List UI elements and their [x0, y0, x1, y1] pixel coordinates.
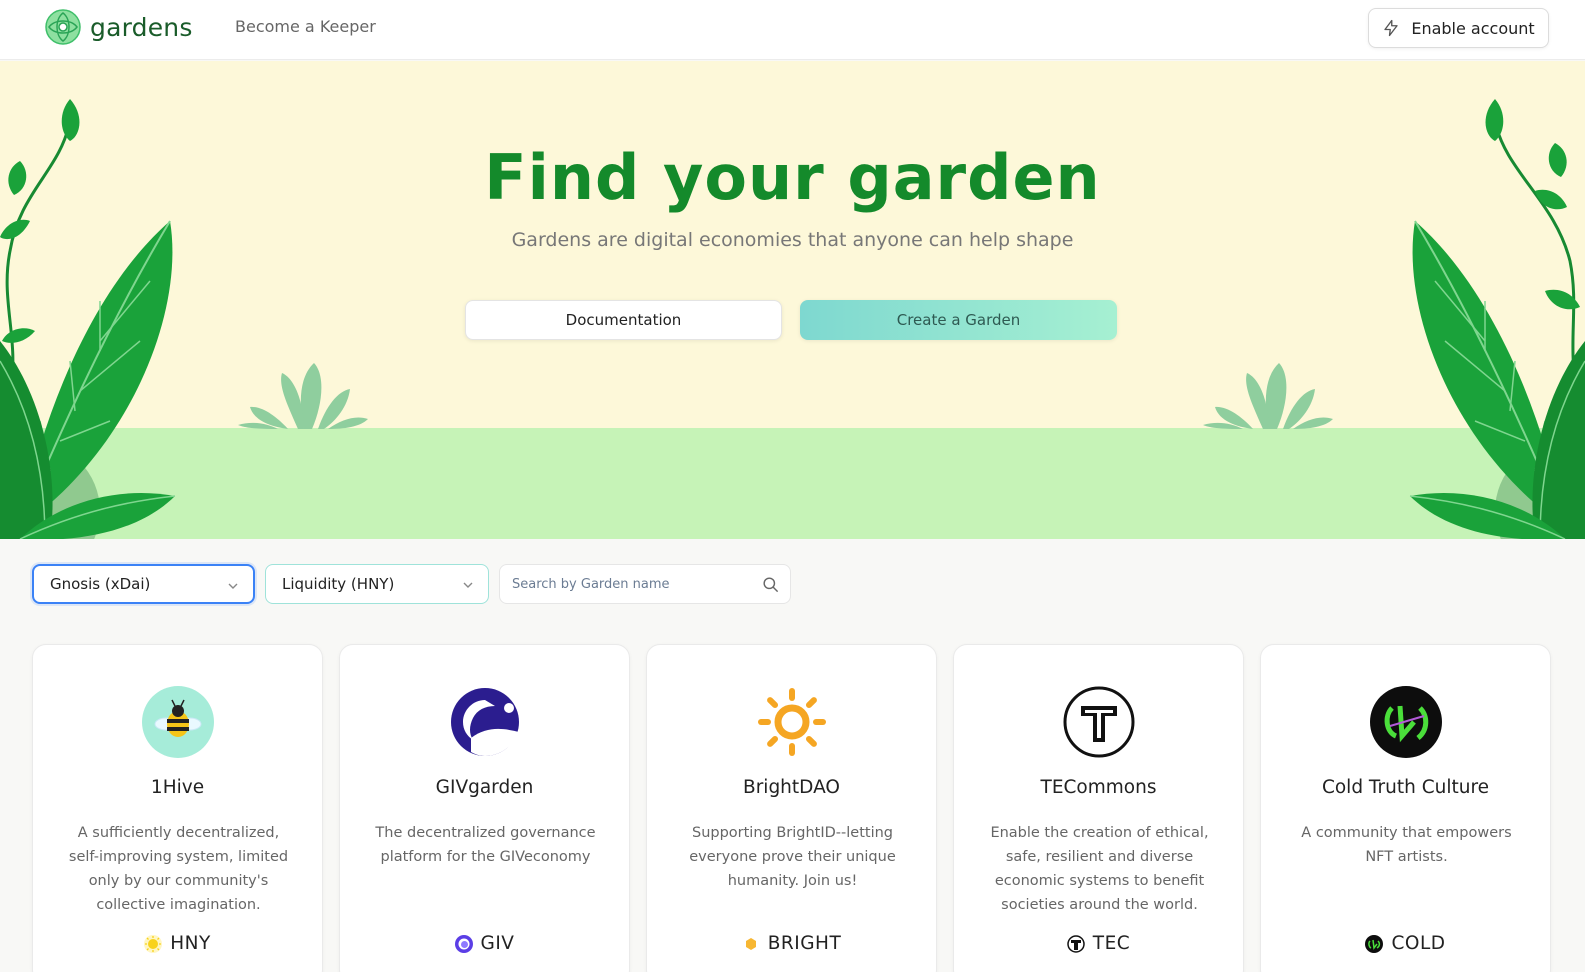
left-bush-illustration [238, 363, 368, 429]
garden-name: Cold Truth Culture [1321, 777, 1490, 798]
hero-section: Find your garden Gardens are digital eco… [0, 61, 1585, 539]
search-input[interactable] [512, 565, 752, 603]
garden-token: COLD [1261, 933, 1550, 954]
garden-name: TECommons [1040, 777, 1157, 798]
top-header: gardens Become a Keeper Enable account [0, 0, 1585, 60]
garden-description: Enable the creation of ethical, safe, re… [990, 825, 1209, 913]
giv-token-icon [454, 934, 473, 953]
bright-token-icon [745, 937, 756, 950]
gardens-logo[interactable]: gardens [45, 9, 193, 45]
create-garden-button[interactable]: Create a Garden [800, 300, 1117, 340]
garden-card-1hive[interactable]: 1Hive A sufficiently decentralized, self… [32, 644, 323, 972]
enable-account-label: Enable account [1411, 18, 1535, 38]
garden-token: BRIGHT [647, 933, 936, 954]
garden-card-givgarden[interactable]: GIVgarden The decentralized governance p… [339, 644, 630, 972]
garden-name: GIVgarden [435, 777, 534, 798]
bee-icon [142, 686, 214, 758]
chevron-down-icon [228, 583, 238, 589]
sun-icon [758, 688, 826, 756]
tec-token-icon [1067, 934, 1085, 953]
logo-text: gardens [90, 12, 193, 42]
garden-card-brightdao[interactable]: BrightDAO Supporting BrightID--letting e… [646, 644, 937, 972]
network-select[interactable]: Gnosis (xDai) [32, 564, 255, 604]
token-symbol: TEC [1092, 933, 1131, 954]
tec-icon [1063, 686, 1135, 758]
documentation-button[interactable]: Documentation [465, 300, 782, 340]
garden-name: 1Hive [150, 777, 205, 798]
hero-title: Find your garden [484, 141, 1101, 214]
garden-name: BrightDAO [743, 777, 840, 798]
cold-token-icon [1365, 934, 1384, 953]
search-container [499, 564, 791, 604]
giv-icon [451, 688, 519, 756]
token-symbol: COLD [1391, 933, 1446, 954]
search-icon[interactable] [761, 575, 780, 594]
garden-card-cold-truth-culture[interactable]: Cold Truth Culture A community that empo… [1260, 644, 1551, 972]
gardens-logo-icon [45, 9, 81, 45]
garden-card-tecommons[interactable]: TECommons Enable the creation of ethical… [953, 644, 1244, 972]
sort-select-value: Liquidity (HNY) [282, 575, 395, 593]
hero-ground [0, 428, 1585, 539]
lightning-icon [1384, 19, 1399, 37]
token-symbol: BRIGHT [767, 933, 842, 954]
garden-token: HNY [33, 933, 322, 954]
hny-token-icon [144, 934, 163, 953]
token-symbol: GIV [480, 933, 515, 954]
garden-token: TEC [954, 933, 1243, 954]
enable-account-button[interactable]: Enable account [1368, 8, 1549, 48]
hero-subtitle: Gardens are digital economies that anyon… [511, 229, 1074, 251]
garden-token: GIV [340, 933, 629, 954]
chevron-down-icon [463, 582, 473, 588]
garden-description: Supporting BrightID--letting everyone pr… [689, 825, 896, 889]
become-keeper-link[interactable]: Become a Keeper [235, 17, 376, 36]
token-symbol: HNY [170, 933, 211, 954]
sort-select[interactable]: Liquidity (HNY) [265, 564, 489, 604]
garden-description: The decentralized governance platform fo… [375, 825, 596, 865]
garden-description: A community that empowers NFT artists. [1301, 825, 1512, 865]
garden-description: A sufficiently decentralized, self-impro… [68, 825, 289, 913]
network-select-value: Gnosis (xDai) [50, 575, 151, 593]
cold-icon [1370, 686, 1442, 758]
right-bush-illustration [1203, 363, 1333, 429]
